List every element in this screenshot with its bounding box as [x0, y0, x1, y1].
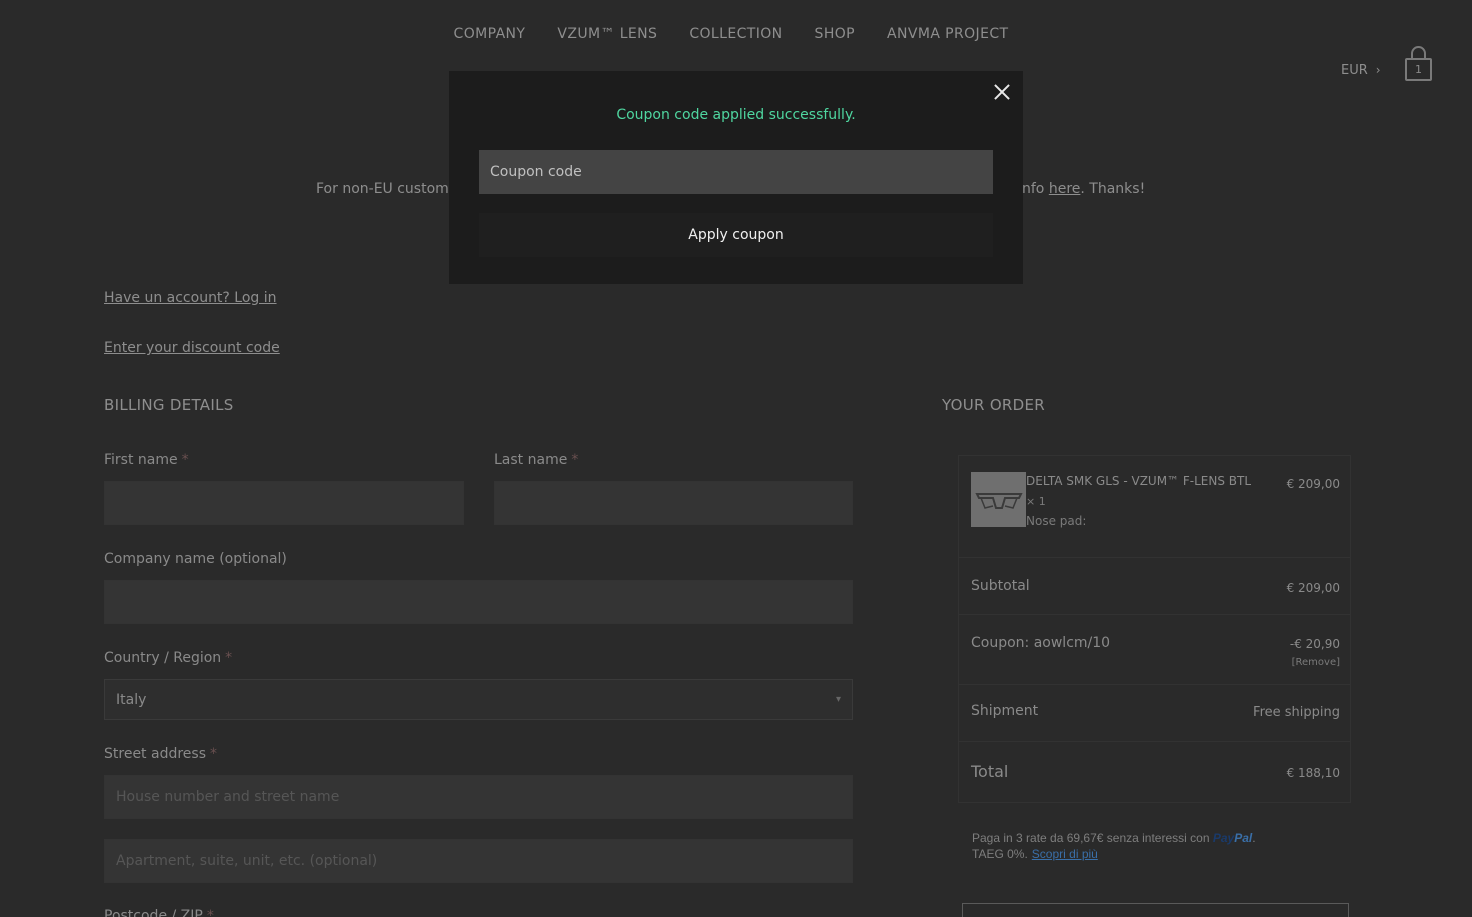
apply-coupon-button[interactable]: Apply coupon	[479, 213, 993, 257]
coupon-success-message: Coupon code applied successfully.	[616, 107, 856, 123]
coupon-code-input[interactable]	[479, 150, 993, 194]
coupon-modal: Coupon code applied successfully. Apply …	[449, 71, 1023, 284]
close-icon[interactable]	[991, 81, 1013, 103]
